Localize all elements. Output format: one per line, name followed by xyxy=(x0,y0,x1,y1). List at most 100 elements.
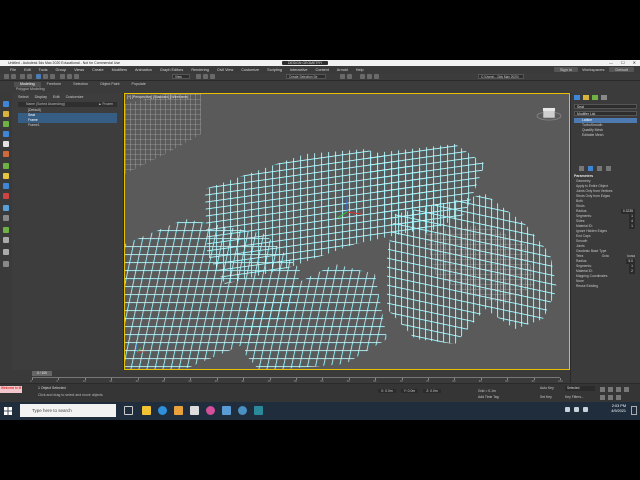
key-mode-dropdown[interactable]: Selected xyxy=(565,386,595,391)
time-slider[interactable]: 0 / 100 xyxy=(32,371,52,376)
3dsmax-taskbar-icon[interactable] xyxy=(254,406,263,415)
menu-content[interactable]: Content xyxy=(311,68,332,72)
maxscript-listener[interactable]: Welcome to M xyxy=(0,386,22,393)
viewcube-icon[interactable] xyxy=(536,107,562,121)
key-filters-button[interactable]: Key Filters... xyxy=(565,395,584,399)
menu-scripting[interactable]: Scripting xyxy=(263,68,286,72)
next-frame-icon[interactable] xyxy=(608,387,613,392)
move-icon[interactable] xyxy=(60,74,65,79)
scene-column-header[interactable]: Name (Sorted Ascending) ▲ Frozen xyxy=(18,102,117,107)
motion-icon[interactable] xyxy=(3,131,9,137)
menu-animation[interactable]: Animation xyxy=(131,68,156,72)
modifier-list-dropdown[interactable]: Modifier List xyxy=(574,111,637,116)
taskbar-search-input[interactable]: Type here to search xyxy=(20,404,116,417)
named-selection-dropdown[interactable]: Create Selection Se xyxy=(286,74,326,79)
menu-graph-editors[interactable]: Graph Editors xyxy=(156,68,187,72)
media-player-icon[interactable] xyxy=(206,406,215,415)
utilities-icon[interactable] xyxy=(3,151,9,157)
motion-tab-icon[interactable] xyxy=(601,95,607,100)
scene-row-frame1[interactable]: Frame1 xyxy=(18,123,117,128)
menu-create[interactable]: Create xyxy=(88,68,107,72)
sign-in-button[interactable]: Sign In xyxy=(553,67,579,72)
menu-file[interactable]: File xyxy=(6,68,20,72)
unlink-icon[interactable] xyxy=(27,74,32,79)
hierarchy-tab-icon[interactable] xyxy=(592,95,598,100)
freeze-icon[interactable] xyxy=(3,249,9,255)
undo-icon[interactable] xyxy=(4,74,9,79)
network-icon[interactable] xyxy=(565,407,570,412)
select-object-icon[interactable] xyxy=(36,74,41,79)
render-setup-icon[interactable] xyxy=(367,74,372,79)
frozen-column-header[interactable]: ▲ Frozen xyxy=(98,102,113,107)
mapping-reuse-radio[interactable]: Reuse Existing xyxy=(576,284,635,289)
redo-icon[interactable] xyxy=(11,74,16,79)
helpers-icon[interactable] xyxy=(3,193,9,199)
file-explorer-icon[interactable] xyxy=(142,406,151,415)
menu-views[interactable]: Views xyxy=(70,68,88,72)
perspective-viewport[interactable]: [+] [Perspective] [Standard] [Wireframe] xyxy=(124,93,570,370)
close-button[interactable]: ✕ xyxy=(633,60,636,65)
modify-icon[interactable] xyxy=(3,111,9,117)
photos-icon[interactable] xyxy=(222,406,231,415)
menu-tools[interactable]: Tools xyxy=(35,68,52,72)
notifications-icon[interactable] xyxy=(631,406,637,415)
project-path-field[interactable]: C:\Users\...\3ds Max 2020\ xyxy=(478,74,524,79)
scene-menu-customize[interactable]: Customize xyxy=(66,95,84,99)
folder-icon[interactable] xyxy=(174,406,183,415)
create-tab-icon[interactable] xyxy=(574,95,580,100)
auto-key-button[interactable]: Auto Key xyxy=(540,386,554,390)
filter-icon[interactable] xyxy=(3,237,9,243)
menu-edit[interactable]: Edit xyxy=(20,68,35,72)
angle-snap-icon[interactable] xyxy=(203,74,208,79)
scale-icon[interactable] xyxy=(74,74,79,79)
selection-region-icon[interactable] xyxy=(50,74,55,79)
add-time-tag-button[interactable]: Add Time Tag xyxy=(478,395,499,399)
spacewarps-icon[interactable] xyxy=(3,205,9,211)
object-name-field[interactable]: Seat xyxy=(574,104,637,109)
layer-icon[interactable] xyxy=(3,227,9,233)
rotate-icon[interactable] xyxy=(67,74,72,79)
modify-tab-icon[interactable] xyxy=(583,95,589,100)
make-unique-icon[interactable] xyxy=(597,166,602,171)
maximize-button[interactable]: ☐ xyxy=(621,60,625,65)
menu-interactive[interactable]: Interactive xyxy=(286,68,312,72)
view-dropdown[interactable]: View xyxy=(172,74,190,79)
time-config-icon[interactable] xyxy=(616,387,621,392)
store-icon[interactable] xyxy=(190,406,199,415)
scene-menu-display[interactable]: Display xyxy=(35,95,47,99)
menu-help[interactable]: Help xyxy=(352,68,368,72)
material-editor-icon[interactable] xyxy=(360,74,365,79)
lights-icon[interactable] xyxy=(3,173,9,179)
name-column-header[interactable]: Name (Sorted Ascending) xyxy=(26,102,65,107)
document-tab[interactable]: DESIGN GEOMETRY xyxy=(282,61,329,65)
viewport-label[interactable]: [+] [Perspective] [Standard] [Wireframe] xyxy=(127,95,188,99)
shapes-icon[interactable] xyxy=(3,163,9,169)
cameras-icon[interactable] xyxy=(3,183,9,189)
set-key-button[interactable]: Set Key xyxy=(540,395,552,399)
minimize-button[interactable]: — xyxy=(609,60,613,65)
align-icon[interactable] xyxy=(347,74,352,79)
pan-icon[interactable] xyxy=(600,395,605,400)
display-icon[interactable] xyxy=(3,141,9,147)
task-view-icon[interactable] xyxy=(124,406,133,415)
menu-civil-view[interactable]: Civil View xyxy=(213,68,237,72)
chrome-icon[interactable] xyxy=(238,406,247,415)
z-coordinate-field[interactable]: Z: 0.0m xyxy=(423,389,441,393)
pin-stack-icon[interactable] xyxy=(579,166,584,171)
snaps-icon[interactable] xyxy=(196,74,201,79)
tab-object-paint[interactable]: Object Paint xyxy=(94,82,126,87)
maximize-viewport-icon[interactable] xyxy=(616,395,621,400)
systems-icon[interactable] xyxy=(3,215,9,221)
tab-populate[interactable]: Populate xyxy=(126,82,152,87)
render-icon[interactable] xyxy=(374,74,379,79)
orbit-icon[interactable] xyxy=(608,395,613,400)
x-coordinate-field[interactable]: X: 0.0m xyxy=(378,389,396,393)
play-icon[interactable] xyxy=(600,387,605,392)
y-coordinate-field[interactable]: Y: 0.0m xyxy=(400,389,419,393)
windows-start-icon[interactable] xyxy=(4,407,12,415)
link-icon[interactable] xyxy=(20,74,25,79)
create-icon[interactable] xyxy=(3,101,9,107)
percent-snap-icon[interactable] xyxy=(210,74,215,79)
workspace-dropdown[interactable]: Default xyxy=(609,67,634,72)
volume-icon[interactable] xyxy=(574,407,579,412)
